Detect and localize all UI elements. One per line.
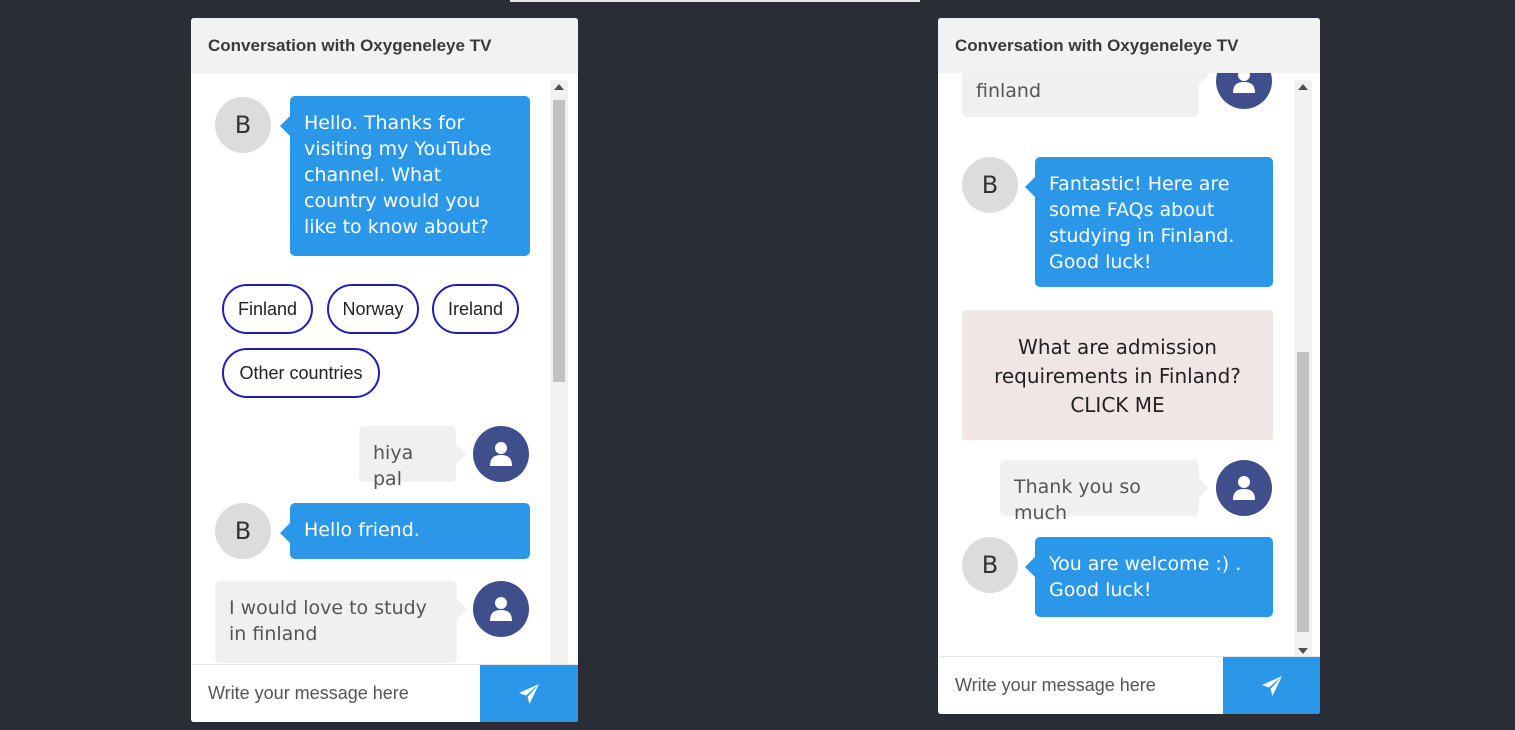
- send-button[interactable]: [1223, 657, 1320, 714]
- user-avatar: [1216, 73, 1272, 109]
- message-list[interactable]: B Hello. Thanks for visiting my YouTube …: [191, 74, 578, 682]
- user-message-study: I would love to study in finland: [215, 581, 467, 663]
- chat-header-title: Conversation with Oxygeneleye TV: [191, 18, 578, 74]
- user-avatar: [473, 426, 529, 482]
- message-composer: [191, 664, 578, 722]
- bot-message-greeting: Hello. Thanks for visiting my YouTube ch…: [280, 96, 530, 256]
- quick-reply-ireland[interactable]: Ireland: [432, 284, 519, 334]
- message-list[interactable]: finland B Fantastic! Here are some FAQs …: [938, 73, 1320, 674]
- quick-reply-norway[interactable]: Norway: [327, 284, 419, 334]
- user-avatar: [1216, 460, 1272, 516]
- bot-avatar: B: [962, 537, 1018, 593]
- message-composer: [938, 656, 1320, 714]
- scroll-up-arrow-icon[interactable]: [554, 84, 564, 90]
- user-icon: [1233, 476, 1255, 500]
- user-avatar: [473, 581, 529, 637]
- chat-widget-left: Conversation with Oxygeneleye TV B Hello…: [191, 18, 578, 722]
- user-icon: [1233, 73, 1255, 93]
- top-divider: [510, 0, 920, 2]
- user-message-hiya: hiya pal: [359, 426, 466, 490]
- user-icon: [490, 597, 512, 621]
- message-input[interactable]: [191, 665, 480, 722]
- bot-message-friend: Hello friend.: [280, 503, 530, 559]
- bot-avatar: B: [962, 157, 1018, 213]
- bot-avatar: B: [215, 97, 271, 153]
- bot-avatar: B: [215, 503, 271, 559]
- user-icon: [490, 442, 512, 466]
- chat-header-title: Conversation with Oxygeneleye TV: [938, 18, 1320, 73]
- quick-reply-finland[interactable]: Finland: [222, 284, 313, 334]
- message-input[interactable]: [938, 657, 1223, 714]
- message-scrollbar[interactable]: [1294, 80, 1312, 658]
- bot-message-welcome: You are welcome :) . Good luck!: [1025, 537, 1273, 617]
- paper-plane-icon: [1261, 675, 1282, 696]
- scrollbar-thumb[interactable]: [553, 100, 565, 382]
- faq-card-button[interactable]: What are admission requirements in Finla…: [962, 310, 1273, 440]
- paper-plane-icon: [519, 683, 539, 704]
- chat-widget-right: finland B Fantastic! Here are some FAQs …: [938, 18, 1320, 714]
- message-scrollbar[interactable]: [550, 80, 568, 674]
- quick-reply-other-countries[interactable]: Other countries: [222, 348, 380, 398]
- user-message-study-tail: finland: [962, 73, 1209, 117]
- scrollbar-thumb[interactable]: [1297, 352, 1309, 632]
- send-button[interactable]: [480, 665, 578, 722]
- scroll-up-arrow-icon[interactable]: [1298, 84, 1308, 90]
- scroll-down-arrow-icon[interactable]: [1298, 648, 1308, 654]
- user-message-thanks: Thank you so much: [1000, 460, 1209, 524]
- bot-message-fantastic: Fantastic! Here are some FAQs about stud…: [1025, 157, 1273, 287]
